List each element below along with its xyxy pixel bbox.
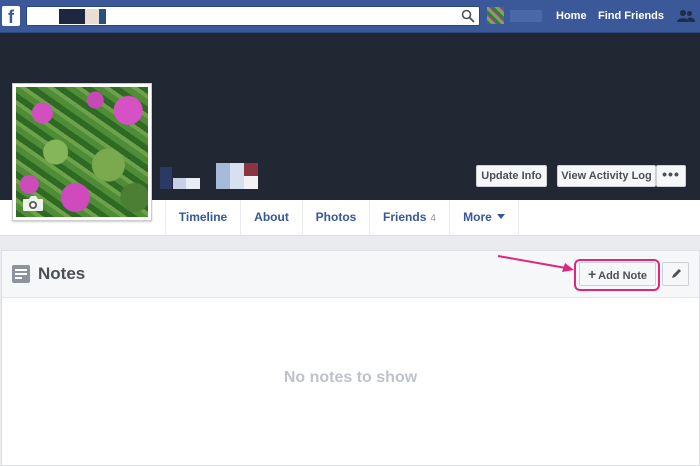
chevron-down-icon bbox=[496, 214, 505, 219]
tab-timeline[interactable]: Timeline bbox=[165, 200, 240, 235]
add-note-label: Add Note bbox=[598, 270, 648, 282]
top-navigation-bar: f Home Find Friends bbox=[0, 0, 700, 33]
page-title: Notes bbox=[38, 264, 86, 283]
tab-friends[interactable]: Friends 4 bbox=[369, 200, 449, 235]
empty-state-message: No notes to show bbox=[283, 369, 418, 386]
redacted-profile-name bbox=[244, 176, 258, 189]
notes-panel: Notes + Add Note No notes to show bbox=[1, 250, 700, 466]
search-icon[interactable] bbox=[461, 9, 475, 23]
view-activity-log-button[interactable]: View Activity Log bbox=[557, 165, 656, 187]
plus-icon: + bbox=[587, 266, 597, 282]
tab-label: Photos bbox=[315, 210, 357, 224]
redacted-profile-name bbox=[230, 163, 244, 189]
tab-more[interactable]: More bbox=[449, 200, 519, 235]
avatar[interactable] bbox=[487, 7, 504, 24]
pencil-icon bbox=[672, 269, 681, 278]
tab-label: About bbox=[254, 210, 289, 224]
redacted-profile-name bbox=[244, 163, 258, 176]
friends-count: 4 bbox=[430, 213, 436, 224]
tab-about[interactable]: About bbox=[240, 200, 302, 235]
profile-picture[interactable] bbox=[12, 83, 152, 221]
tab-label: Friends bbox=[383, 210, 427, 224]
annotation-arrow-icon bbox=[497, 255, 574, 272]
friend-requests-icon[interactable] bbox=[677, 9, 695, 23]
tab-label: More bbox=[463, 210, 492, 224]
redacted-profile-name bbox=[186, 178, 200, 189]
update-info-button[interactable]: Update Info bbox=[476, 165, 547, 187]
search-input[interactable] bbox=[26, 6, 480, 26]
redacted-profile-name bbox=[173, 178, 186, 189]
add-note-button[interactable]: + Add Note bbox=[579, 262, 656, 286]
tab-photos[interactable]: Photos bbox=[302, 200, 369, 235]
page: f Home Find Friends Update Info View Act… bbox=[0, 0, 700, 466]
redacted-text bbox=[59, 9, 85, 24]
more-options-button[interactable]: ••• bbox=[656, 165, 686, 187]
home-link[interactable]: Home bbox=[556, 10, 587, 22]
edit-button[interactable] bbox=[662, 262, 689, 286]
redacted-text bbox=[99, 9, 106, 24]
notes-header: Notes + Add Note bbox=[2, 251, 699, 298]
camera-icon[interactable] bbox=[22, 195, 44, 212]
tab-label: Timeline bbox=[178, 210, 228, 224]
redacted-profile-name bbox=[160, 167, 172, 189]
facebook-logo-icon[interactable]: f bbox=[2, 6, 20, 27]
redacted-text bbox=[85, 9, 99, 24]
notes-icon bbox=[12, 265, 30, 283]
find-friends-link[interactable]: Find Friends bbox=[598, 10, 664, 22]
profile-name-link[interactable] bbox=[510, 10, 542, 22]
redacted-profile-name bbox=[216, 163, 230, 189]
